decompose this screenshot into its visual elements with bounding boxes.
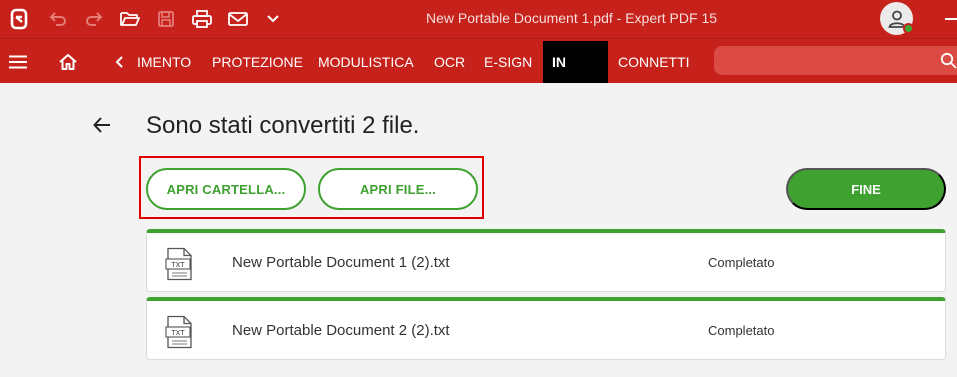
file-name: New Portable Document 2 (2).txt (232, 322, 450, 339)
page-title: Sono stati convertiti 2 file. (146, 112, 420, 139)
ribbon-bar: IMENTO PROTEZIONE MODULISTICA OCR E-SIGN… (0, 38, 957, 83)
file-name: New Portable Document 1 (2).txt (232, 254, 450, 271)
title-bar: New Portable Document 1.pdf - Expert PDF… (0, 0, 957, 38)
file-row[interactable]: TXT New Portable Document 2 (2).txt Comp… (146, 297, 946, 360)
txt-label: TXT (171, 330, 185, 337)
print-icon[interactable] (190, 0, 214, 38)
redo-icon[interactable] (82, 0, 106, 38)
open-folder-button[interactable]: APRI CARTELLA... (146, 168, 306, 210)
search-input[interactable] (714, 46, 957, 75)
txt-file-icon: TXT (165, 247, 193, 281)
tab-protezione[interactable]: PROTEZIONE (212, 41, 303, 83)
tab-modulistica[interactable]: MODULISTICA (318, 41, 414, 83)
search-icon[interactable] (940, 46, 957, 75)
txt-label: TXT (171, 262, 185, 269)
tab-ocr[interactable]: OCR (434, 41, 465, 83)
hamburger-menu-icon[interactable] (7, 41, 29, 83)
file-status: Completato (708, 255, 775, 270)
file-status: Completato (708, 323, 775, 338)
tab-in-active[interactable]: IN (543, 41, 608, 83)
undo-icon[interactable] (46, 0, 70, 38)
txt-file-icon: TXT (165, 315, 193, 349)
window-title: New Portable Document 1.pdf - Expert PDF… (426, 10, 718, 26)
divider (0, 38, 957, 39)
online-status-dot (903, 23, 914, 34)
chevron-left-icon[interactable] (112, 41, 126, 83)
done-button[interactable]: FINE (786, 168, 946, 210)
home-icon[interactable] (57, 41, 79, 83)
tab-e-sign[interactable]: E-SIGN (484, 41, 532, 83)
open-folder-icon[interactable] (118, 0, 142, 38)
save-icon[interactable] (155, 0, 177, 38)
back-arrow-icon[interactable] (91, 113, 115, 137)
app-logo-icon[interactable] (8, 0, 30, 38)
tab-connetti[interactable]: CONNETTI (618, 41, 690, 83)
chevron-down-icon[interactable] (264, 0, 282, 38)
open-file-button[interactable]: APRI FILE... (318, 168, 478, 210)
tab-documento[interactable]: IMENTO (137, 41, 191, 83)
mail-icon[interactable] (226, 0, 250, 38)
file-row[interactable]: TXT New Portable Document 1 (2).txt Comp… (146, 229, 946, 292)
minimize-icon[interactable] (945, 18, 957, 20)
